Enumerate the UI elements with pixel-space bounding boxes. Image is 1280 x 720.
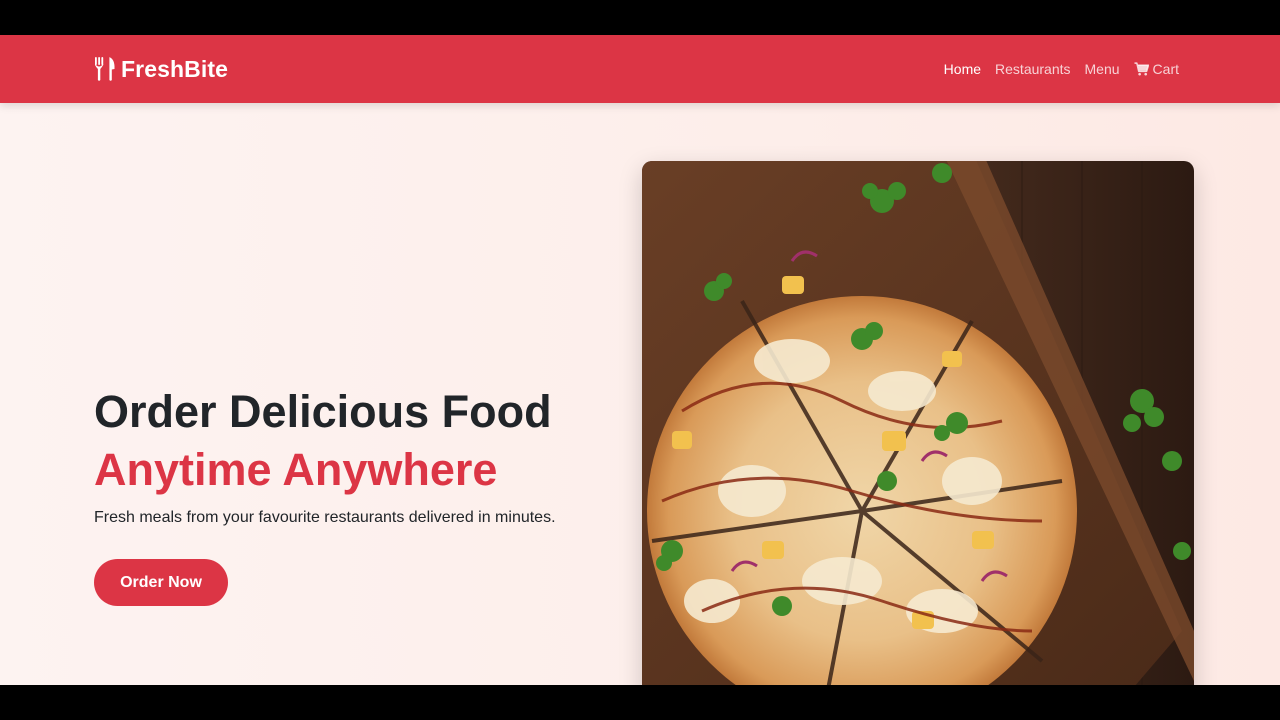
- hero-title-line1: Order Delicious Food: [94, 386, 552, 437]
- utensils-icon: [95, 57, 115, 81]
- nav-links: Home Restaurants Menu Cart: [944, 35, 1179, 103]
- nav-link-restaurants[interactable]: Restaurants: [995, 61, 1070, 77]
- hero-title-line2: Anytime Anywhere: [94, 444, 498, 495]
- nav-item-restaurants: Restaurants: [995, 61, 1070, 77]
- nav-link-menu[interactable]: Menu: [1085, 61, 1120, 77]
- cart-icon: [1134, 62, 1149, 76]
- nav-link-cart[interactable]: Cart: [1134, 61, 1179, 77]
- hero-pizza-image: [642, 161, 1194, 685]
- brand-logo-link[interactable]: FreshBite: [93, 35, 228, 103]
- pizza-photo: [642, 161, 1194, 685]
- letterbox-bottom: [0, 685, 1280, 720]
- letterbox-top: [0, 0, 1280, 35]
- hero-section: Order Delicious Food Anytime Anywhere Fr…: [0, 103, 1280, 685]
- nav-link-home[interactable]: Home: [944, 61, 981, 77]
- cart-label: Cart: [1152, 61, 1179, 77]
- navbar: FreshBite Home Restaurants Menu Cart: [0, 35, 1280, 103]
- brand-name: FreshBite: [121, 55, 228, 82]
- nav-item-home: Home: [944, 61, 981, 77]
- nav-item-menu: Menu: [1085, 61, 1120, 77]
- nav-item-cart: Cart: [1134, 61, 1179, 77]
- hero-subtitle: Fresh meals from your favourite restaura…: [94, 509, 556, 526]
- order-now-button[interactable]: Order Now: [94, 559, 228, 606]
- hero-title: Order Delicious Food Anytime Anywhere: [94, 383, 634, 499]
